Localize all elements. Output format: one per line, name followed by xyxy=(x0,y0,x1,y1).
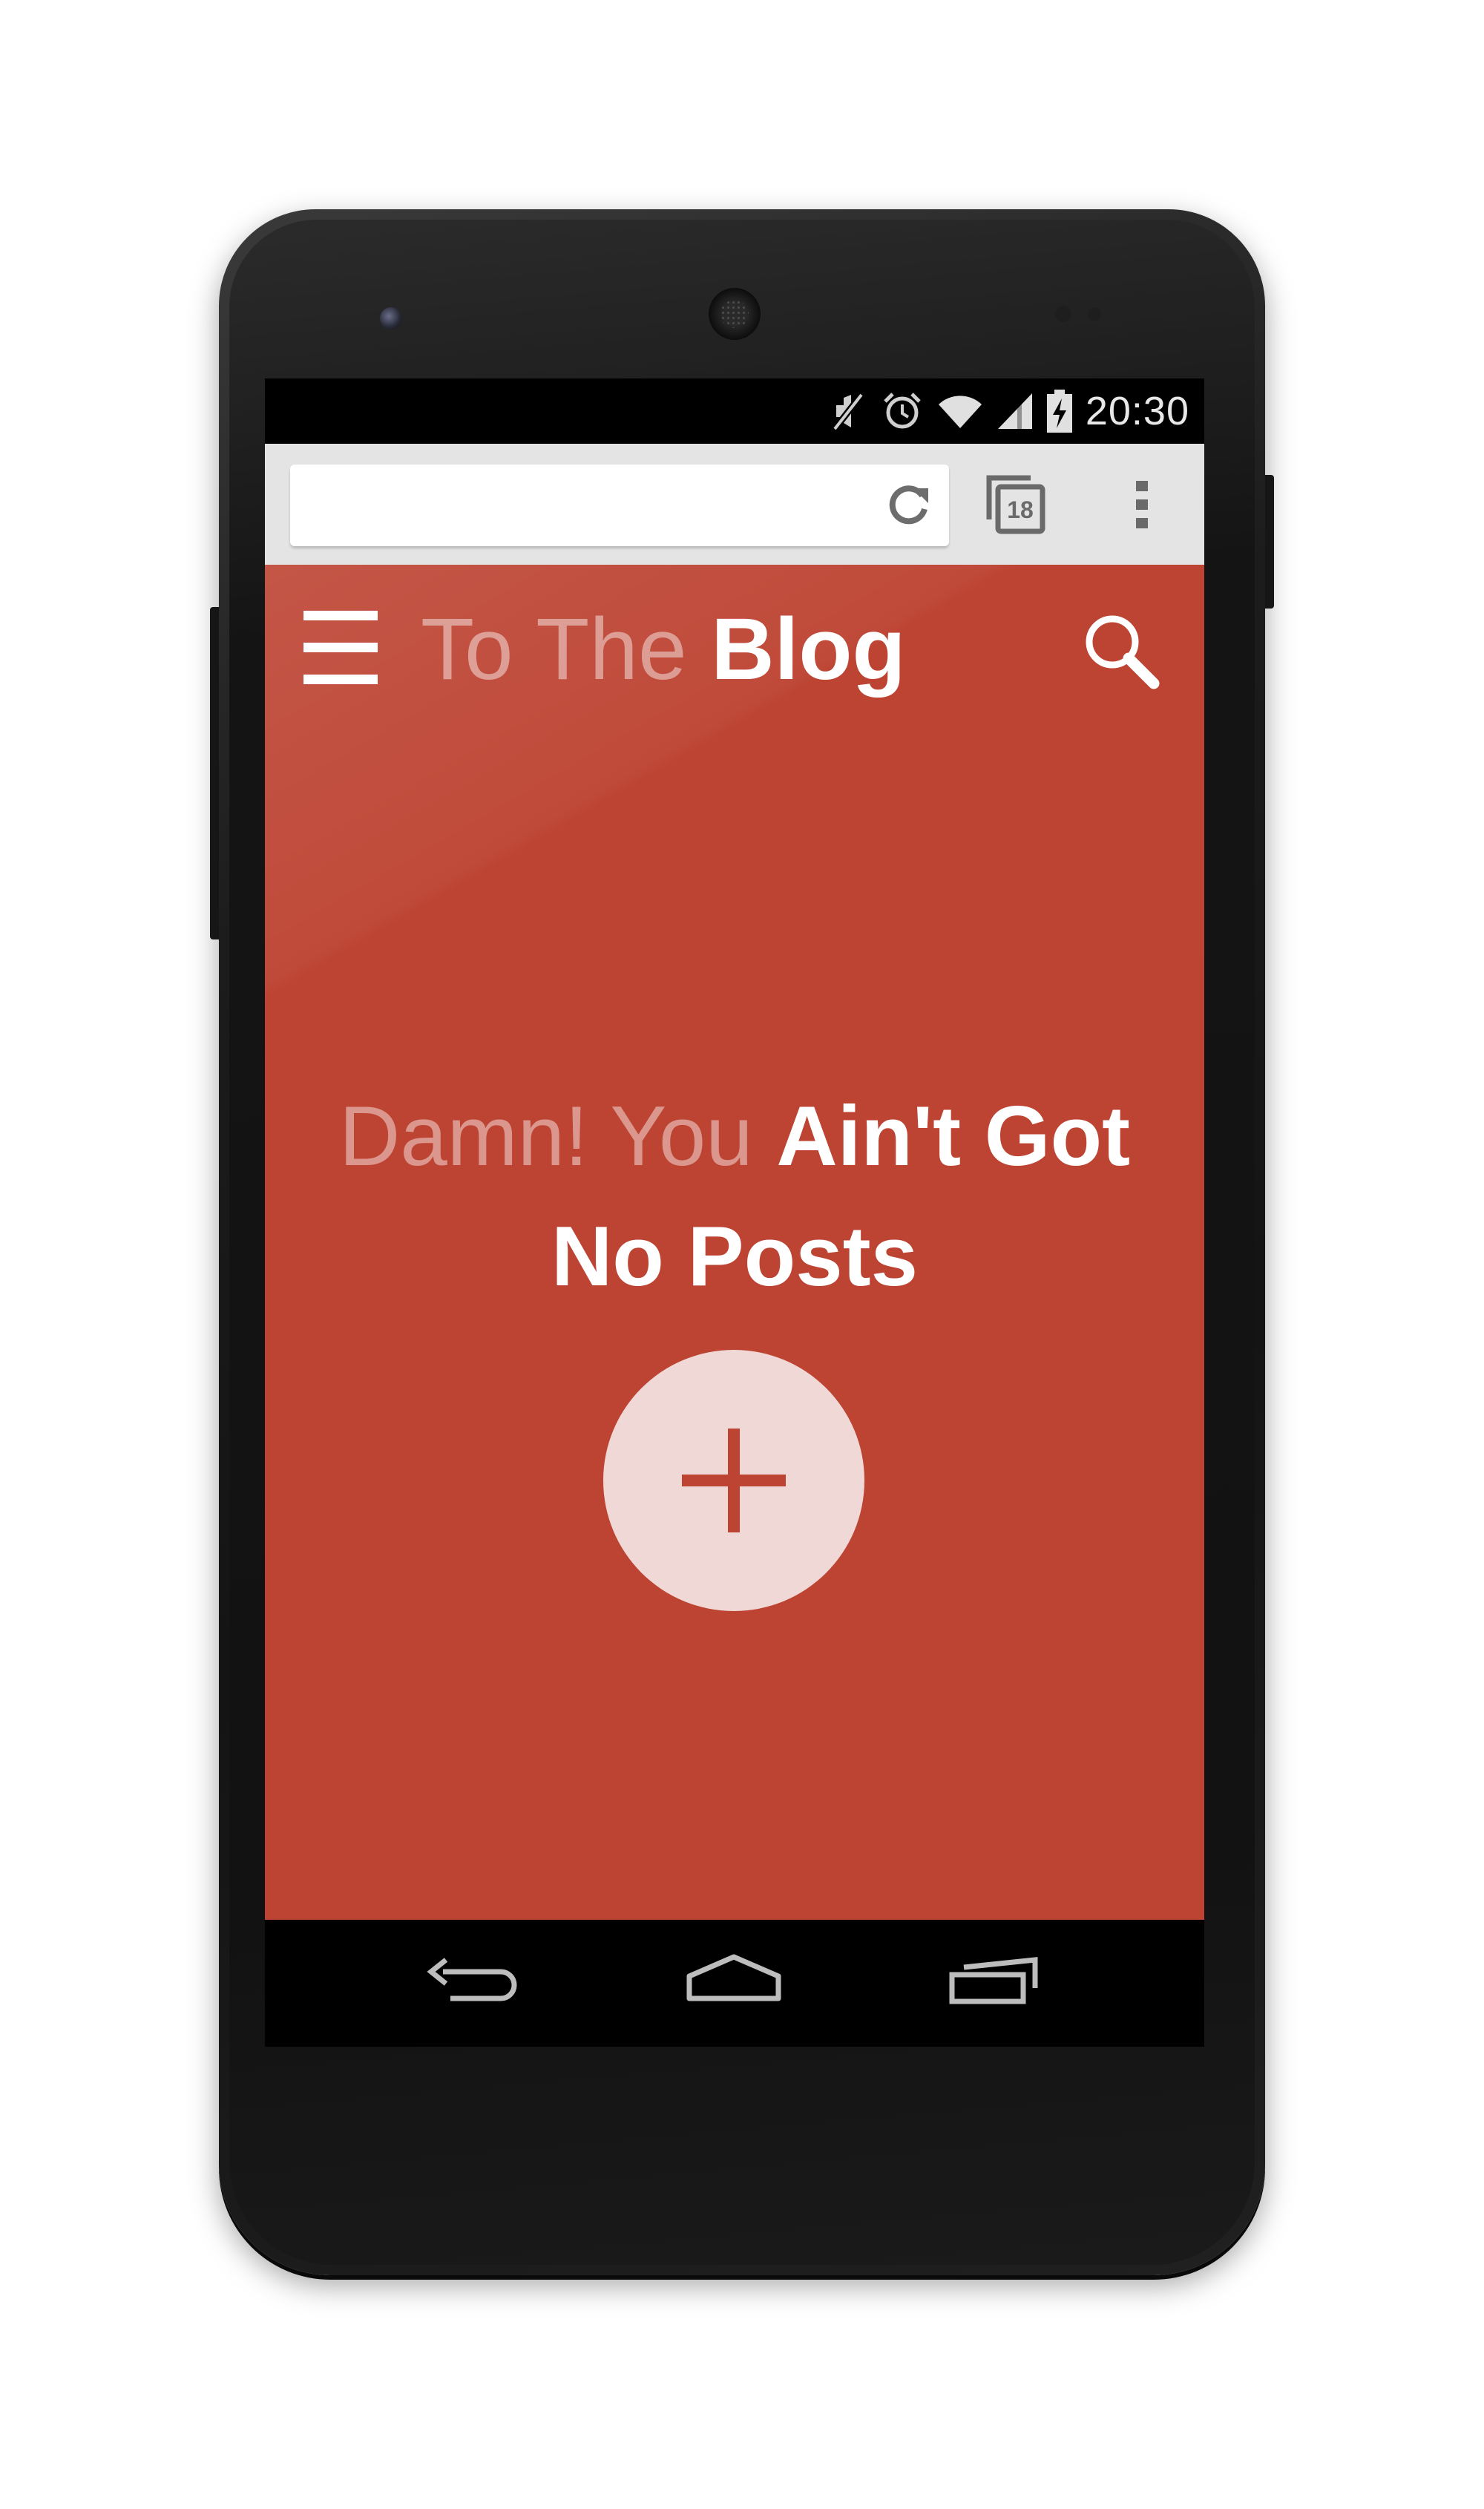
tabs-button[interactable]: 18 xyxy=(985,473,1047,536)
home-button[interactable] xyxy=(682,1949,786,2016)
battery-charging-icon xyxy=(1046,390,1072,433)
screen: 20:30 18 To The Blog Damn! You Ain't Got… xyxy=(265,378,1204,2047)
tab-count: 18 xyxy=(1007,496,1034,523)
overflow-menu-icon xyxy=(1136,481,1148,528)
url-bar[interactable] xyxy=(290,465,949,546)
proximity-sensor xyxy=(1055,306,1071,322)
mute-icon xyxy=(829,390,867,432)
wifi-icon xyxy=(937,393,983,430)
light-sensor xyxy=(1088,307,1101,321)
signal-icon xyxy=(997,392,1034,430)
recents-button[interactable] xyxy=(942,1949,1045,2016)
hamburger-menu-icon[interactable] xyxy=(303,611,378,685)
front-camera xyxy=(380,307,402,329)
power-button xyxy=(1264,475,1274,609)
search-icon[interactable] xyxy=(1080,609,1161,691)
alarm-icon xyxy=(881,390,924,433)
web-content: To The Blog Damn! You Ain't Got No Posts xyxy=(265,565,1204,1920)
home-icon xyxy=(686,1954,781,2001)
back-button[interactable] xyxy=(421,1949,525,2016)
empty-state-message: Damn! You Ain't Got No Posts xyxy=(309,1077,1160,1317)
empty-state-light-text: Damn! You xyxy=(338,1089,753,1184)
site-title-bold: Blog xyxy=(711,600,906,698)
speaker-grille xyxy=(720,300,749,328)
browser-toolbar: 18 xyxy=(265,444,1204,565)
back-icon xyxy=(427,1958,517,2001)
recents-icon xyxy=(949,1957,1038,2004)
site-header: To The Blog xyxy=(265,565,1204,735)
add-post-button[interactable] xyxy=(603,1350,864,1611)
url-input[interactable] xyxy=(312,486,927,525)
overflow-menu-button[interactable] xyxy=(1126,473,1158,536)
status-clock: 20:30 xyxy=(1085,389,1189,433)
system-nav-bar xyxy=(265,1920,1204,2047)
site-title-light: To The xyxy=(421,600,687,698)
reload-icon[interactable] xyxy=(884,481,933,530)
device-mockup: 20:30 18 To The Blog Damn! You Ain't Got… xyxy=(0,0,1484,2509)
site-title[interactable]: To The Blog xyxy=(421,597,906,701)
status-icons: 20:30 xyxy=(829,378,1189,444)
status-bar: 20:30 xyxy=(265,378,1204,444)
